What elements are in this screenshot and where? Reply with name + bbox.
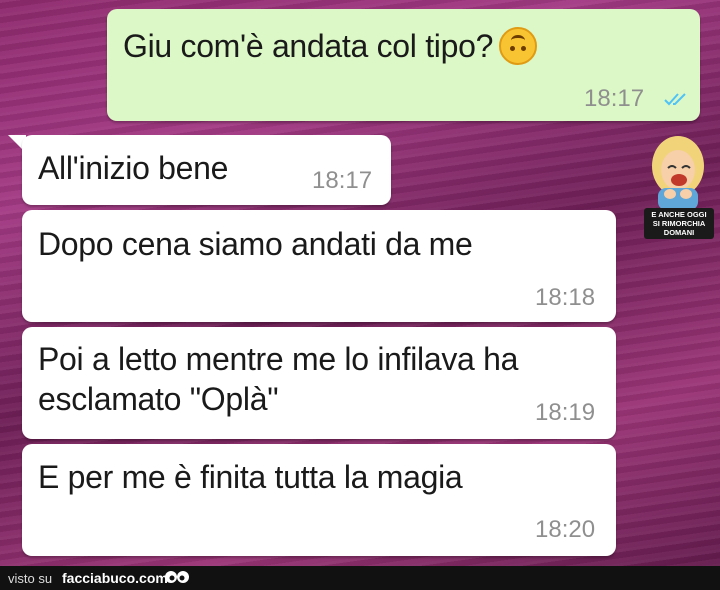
sticker-caption-line: SI RIMORCHIA DOMANI — [652, 219, 706, 237]
message-bubble-incoming[interactable]: Poi a letto mentre me lo infilava ha esc… — [22, 327, 616, 439]
sticker-caption: E ANCHE OGGI SI RIMORCHIA DOMANI — [644, 208, 714, 239]
double-check-read-icon — [664, 93, 686, 106]
footer-visto-label: visto su — [8, 571, 53, 586]
message-text-line: esclamato "Oplà" — [38, 381, 279, 417]
message-bubble-incoming[interactable]: Dopo cena siamo andati da me 18:18 — [22, 210, 616, 322]
message-time: 18:17 — [584, 85, 645, 112]
message-time: 18:19 — [535, 399, 596, 426]
upside-down-face-icon — [499, 26, 538, 65]
message-text: All'inizio bene — [38, 150, 229, 186]
message-time: 18:20 — [535, 516, 596, 543]
message-text: Poi a letto mentre me lo infilava ha esc… — [38, 339, 518, 419]
message-text: E per me è finita tutta la magia — [38, 459, 463, 495]
message-time: 18:18 — [535, 284, 596, 311]
message-text: Dopo cena siamo andati da me — [38, 226, 473, 262]
message-text-line: Poi a letto mentre me lo infilava ha — [38, 341, 519, 377]
sticker-caption-line: E ANCHE OGGI — [651, 210, 707, 219]
message-bubble-incoming[interactable]: All'inizio bene 18:17 — [22, 135, 391, 205]
message-bubble-incoming[interactable]: E per me è finita tutta la magia 18:20 — [22, 444, 616, 556]
message-text: Giu com'è andata col tipo? — [123, 26, 538, 68]
watermark-footer: visto su facciabuco.com — [0, 566, 720, 590]
message-bubble-outgoing[interactable]: Giu com'è andata col tipo? 18:17 — [107, 9, 700, 121]
footer-brand-link[interactable]: facciabuco.com — [62, 570, 168, 586]
eyes-icon — [165, 571, 189, 583]
message-time: 18:17 — [312, 167, 373, 194]
